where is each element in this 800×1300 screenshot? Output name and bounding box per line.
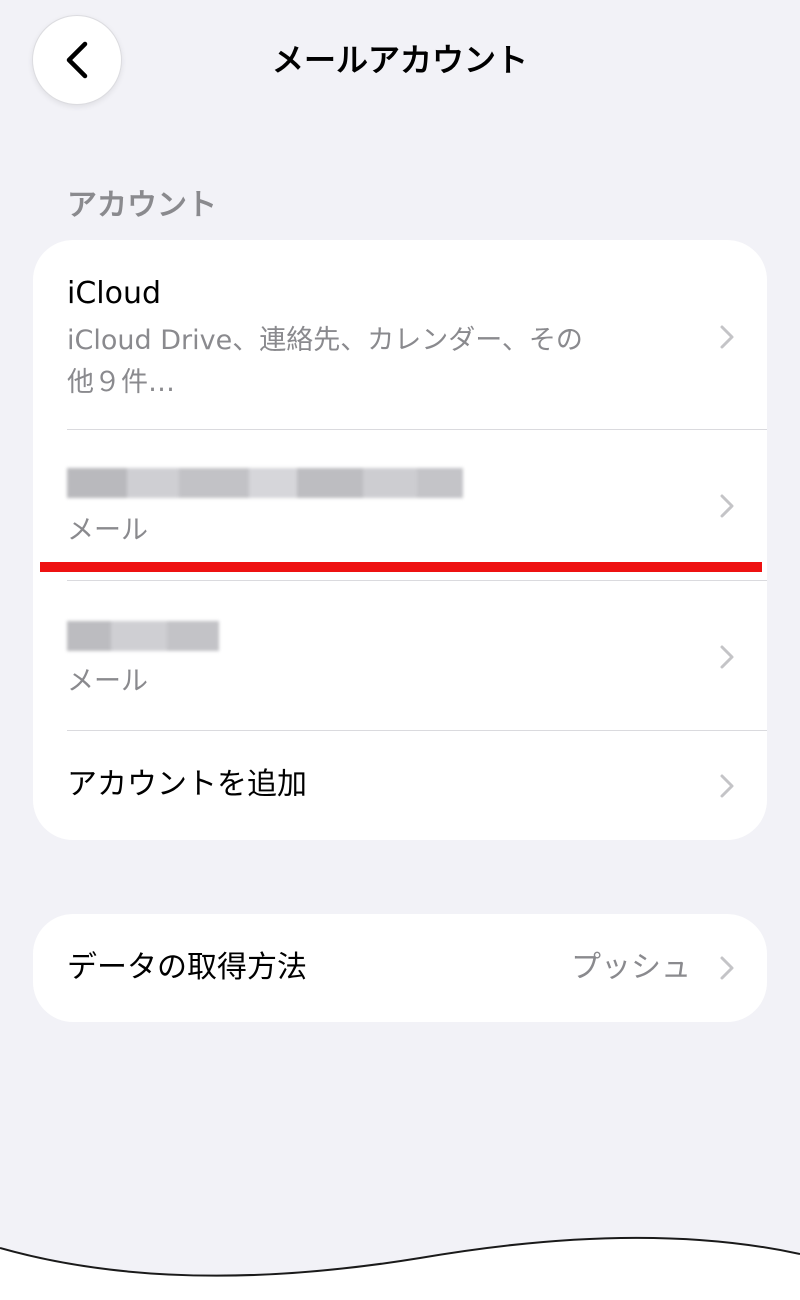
account-type: メール — [67, 515, 148, 546]
accounts-section-header: アカウント — [67, 188, 217, 223]
page-title: メールアカウント — [271, 41, 528, 79]
account-row-mail-1[interactable]: メール — [33, 430, 767, 580]
account-row-mail-2[interactable]: メール — [33, 581, 767, 731]
account-type: メール — [67, 666, 148, 697]
fetch-settings-card: データの取得方法 プッシュ — [33, 914, 767, 1022]
add-account-row[interactable]: アカウントを追加 — [33, 731, 767, 840]
chevron-right-icon — [720, 494, 734, 518]
mail-accounts-screen: メールアカウント アカウント iCloud iCloud Drive、連絡先、カ… — [0, 0, 800, 1300]
chevron-right-icon — [720, 325, 734, 349]
fetch-method-value: プッシュ — [571, 950, 691, 985]
fetch-method-label: データの取得方法 — [67, 950, 307, 985]
chevron-right-icon — [720, 774, 734, 798]
navigation-bar: メールアカウント — [0, 0, 800, 120]
account-row-icloud[interactable]: iCloud iCloud Drive、連絡先、カレンダー、その 他９件… — [33, 240, 767, 430]
account-subtitle-line2: 他９件… — [67, 367, 175, 398]
accounts-list: iCloud iCloud Drive、連絡先、カレンダー、その 他９件… メー… — [33, 240, 767, 840]
redacted-email-address — [67, 621, 219, 651]
chevron-right-icon — [720, 645, 734, 669]
decorative-wave — [0, 1236, 800, 1300]
chevron-right-icon — [720, 956, 734, 980]
account-subtitle-line1: iCloud Drive、連絡先、カレンダー、その — [67, 325, 583, 356]
fetch-method-row[interactable]: データの取得方法 プッシュ — [33, 914, 767, 1022]
add-account-label: アカウントを追加 — [67, 767, 307, 802]
redacted-email-address — [67, 468, 463, 498]
highlight-underline — [40, 562, 762, 572]
account-title: iCloud — [67, 276, 162, 311]
